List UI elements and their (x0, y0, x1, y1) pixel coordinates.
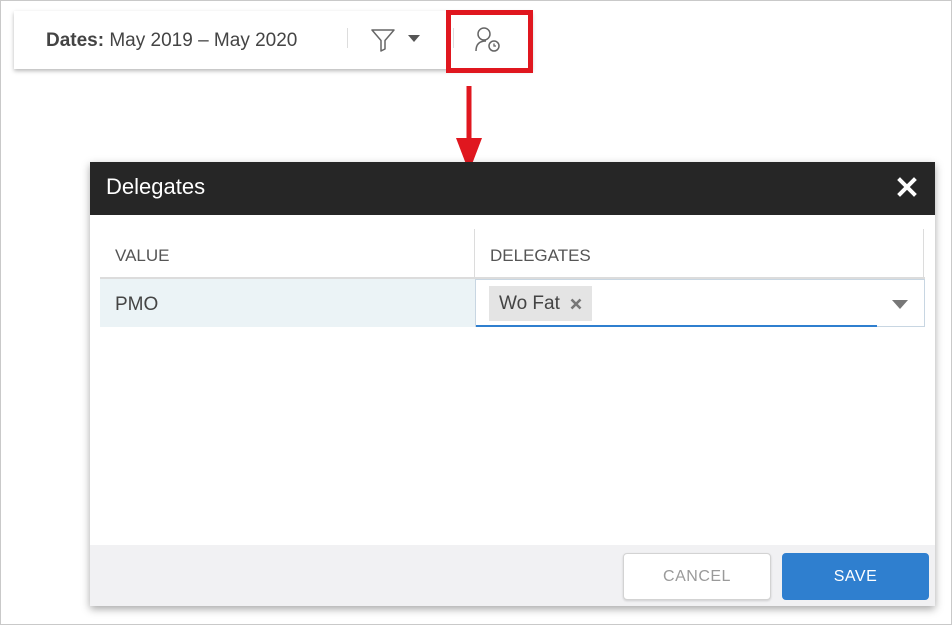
delegate-chip: Wo Fat (489, 286, 592, 321)
table-row[interactable]: PMO Wo Fat (100, 279, 925, 327)
dates-value: May 2019 – May 2020 (109, 30, 298, 51)
delegates-multiselect[interactable]: Wo Fat (475, 279, 925, 327)
dialog-title: Delegates (106, 174, 206, 199)
chevron-down-icon[interactable] (892, 300, 908, 309)
focus-underline (476, 325, 877, 327)
toolbar-divider (347, 28, 348, 48)
delegates-table: VALUE DELEGATES PMO Wo Fat (100, 229, 925, 327)
dialog-footer: CANCEL SAVE (90, 545, 935, 606)
cancel-button[interactable]: CANCEL (623, 553, 771, 600)
close-icon[interactable] (897, 177, 917, 197)
row-value-cell: PMO (115, 294, 159, 315)
delegate-chip-label: Wo Fat (499, 292, 560, 314)
user-clock-icon[interactable] (474, 26, 502, 54)
table-header: VALUE DELEGATES (100, 229, 925, 279)
column-header-delegates[interactable]: DELEGATES (490, 246, 591, 266)
dialog-header: Delegates (90, 162, 935, 215)
remove-chip-icon[interactable] (570, 298, 582, 310)
column-header-value[interactable]: VALUE (115, 246, 170, 266)
date-range[interactable]: Dates: May 2019 – May 2020 (46, 30, 297, 52)
filter-icon[interactable] (370, 27, 396, 53)
save-button[interactable]: SAVE (782, 553, 929, 600)
column-divider (474, 229, 475, 277)
caret-down-icon[interactable] (408, 35, 420, 43)
dates-label: Dates: (46, 30, 105, 51)
column-divider (923, 229, 924, 277)
arrow-pointer (456, 86, 482, 172)
delegates-dialog: Delegates VALUE DELEGATES PMO Wo Fat CAN… (90, 162, 935, 606)
